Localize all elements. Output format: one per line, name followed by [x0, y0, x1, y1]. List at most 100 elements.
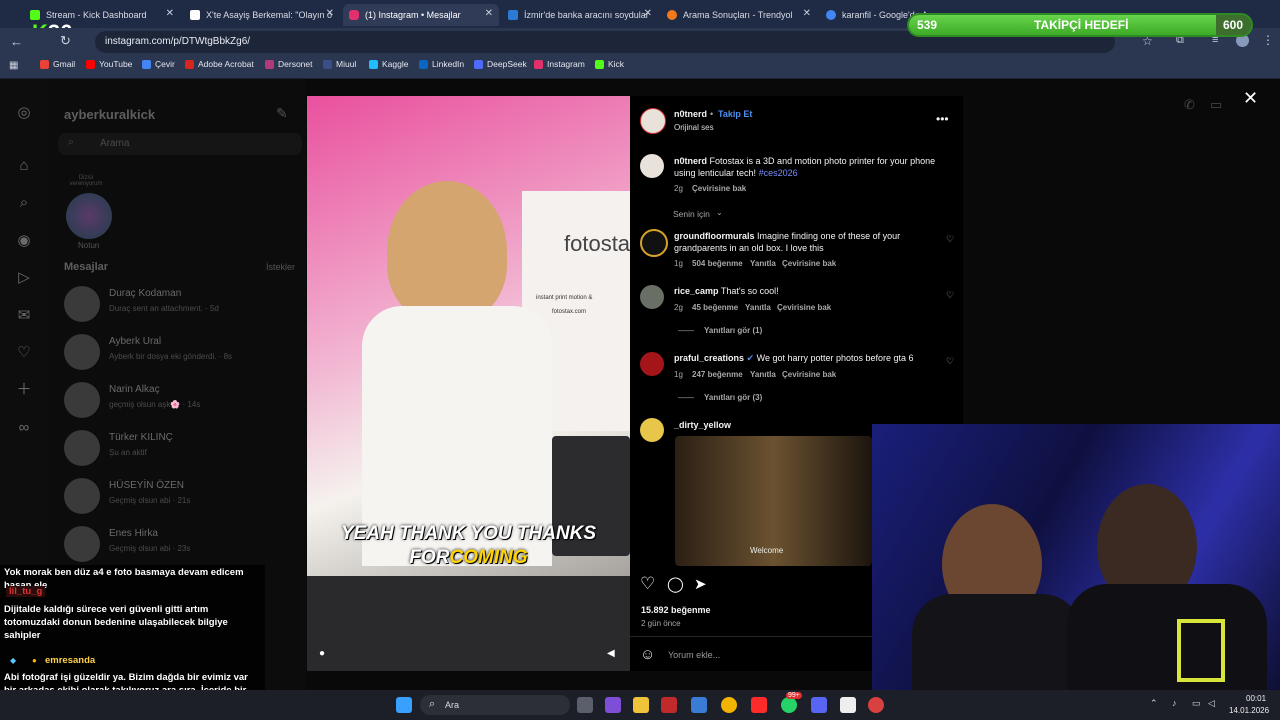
tagged-users-icon[interactable]: ● — [319, 648, 325, 659]
clock-date[interactable]: 14.01.2026 — [1229, 706, 1269, 715]
phone-icon[interactable]: ✆ — [1184, 97, 1195, 113]
bookmark-deepseek[interactable]: DeepSeek — [474, 59, 527, 69]
tab-x-post[interactable]: X'te Asayiş Berkemal: "Olayın o ✕ — [184, 4, 340, 26]
close-tab-icon[interactable]: ✕ — [803, 8, 811, 19]
comment-likes[interactable]: 45 beğenme — [692, 303, 738, 312]
hashtag-link[interactable]: #ces2026 — [759, 168, 798, 178]
comment-username[interactable]: _dirty_yellow — [674, 420, 731, 430]
bookmark-adobe-acrobat[interactable]: Adobe Acrobat — [185, 59, 254, 69]
create-icon[interactable]: ＋ — [15, 381, 33, 399]
conversation-item[interactable]: Duraç Kodaman Duraç sent an attachment. ·… — [64, 282, 304, 328]
chrome-icon[interactable] — [721, 697, 737, 713]
tab-news[interactable]: İzmir'de banka aracını soydular ✕ — [502, 4, 658, 26]
emoji-icon[interactable]: ☺ — [640, 646, 655, 663]
view-replies-link[interactable]: Yanıtları gör (3) — [704, 393, 762, 402]
account-username[interactable]: ayberkuralkick — [64, 107, 155, 122]
view-replies-link[interactable]: Yanıtları gör (1) — [704, 326, 762, 335]
tab-trendyol[interactable]: Arama Sonuçları - Trendyol ✕ — [661, 4, 817, 26]
reply-button[interactable]: Yanıtla — [750, 259, 776, 268]
close-modal-icon[interactable]: ✕ — [1243, 88, 1258, 109]
audio-label[interactable]: Orijinal ses — [674, 123, 714, 132]
search-input[interactable]: ⌕ Arama — [58, 133, 302, 155]
follow-button[interactable]: Takip Et — [718, 109, 752, 119]
comment-sort-dropdown[interactable]: Senin için — [673, 209, 710, 219]
taskbar-search[interactable]: ⌕ Ara — [420, 695, 570, 715]
translate-link[interactable]: Çevirisine bak — [782, 370, 836, 379]
bookmark-kick[interactable]: Kick — [595, 59, 624, 69]
meta-icon[interactable]: ∞ — [15, 419, 33, 437]
like-icon[interactable]: ♡ — [640, 574, 655, 594]
instagram-logo-icon[interactable]: ◎ — [15, 104, 33, 122]
requests-link[interactable]: İstekler — [266, 262, 295, 272]
home-icon[interactable]: ⌂ — [15, 157, 33, 175]
video-call-icon[interactable]: ▭ — [1210, 97, 1222, 113]
conversation-item[interactable]: Enes Hirka Geçmiş olsun abi · 23s — [64, 522, 304, 568]
microphone-icon[interactable]: ♪ — [1172, 698, 1177, 708]
app-icon[interactable] — [661, 697, 677, 713]
close-tab-icon[interactable]: ✕ — [644, 8, 652, 19]
reel-video[interactable]: fotostax instant print motion & fotostax… — [307, 96, 630, 671]
like-comment-icon[interactable]: ♡ — [946, 234, 954, 245]
mute-icon[interactable]: ◀︎ — [607, 648, 615, 659]
comment-input[interactable]: Yorum ekle... — [668, 650, 720, 660]
bookmark-linkedin[interactable]: LinkedIn — [419, 59, 464, 69]
explore-icon[interactable]: ◉ — [15, 232, 33, 250]
volume-icon[interactable]: ◁ — [1208, 698, 1215, 709]
close-tab-icon[interactable]: ✕ — [166, 8, 174, 19]
copilot-icon[interactable] — [605, 697, 621, 713]
new-message-icon[interactable]: ✎ — [276, 105, 288, 122]
author-avatar[interactable] — [640, 108, 666, 134]
store-icon[interactable] — [691, 697, 707, 713]
bookmark-translate[interactable]: Çevir — [142, 59, 175, 69]
network-icon[interactable]: ▭ — [1192, 698, 1201, 709]
bookmark-youtube[interactable]: YouTube — [86, 59, 132, 69]
start-icon[interactable] — [396, 697, 412, 713]
comment-likes[interactable]: 504 beğenme — [692, 259, 743, 268]
own-avatar[interactable] — [66, 193, 112, 239]
obs-icon[interactable] — [868, 697, 884, 713]
more-options-icon[interactable]: ••• — [936, 112, 949, 126]
reels-icon[interactable]: ▷ — [15, 269, 33, 287]
likes-count[interactable]: 15.892 beğenme — [641, 605, 711, 615]
task-view-icon[interactable] — [577, 697, 593, 713]
menu-dots-icon[interactable]: ⋮ — [1262, 33, 1274, 47]
bookmark-gmail[interactable]: Gmail — [40, 59, 75, 69]
translate-link[interactable]: Çevirisine bak — [782, 259, 836, 268]
close-tab-icon[interactable]: ✕ — [326, 8, 334, 19]
conversation-item[interactable]: HÜSEYİN ÖZEN Geçmiş olsun abi · 21s — [64, 474, 304, 520]
bookmark-dersonet[interactable]: Dersonet — [265, 59, 313, 69]
author-avatar[interactable] — [640, 154, 664, 178]
bookmark-instagram[interactable]: Instagram — [534, 59, 585, 69]
discord-icon[interactable] — [811, 697, 827, 713]
back-arrow-icon[interactable]: ← — [10, 34, 23, 49]
like-comment-icon[interactable]: ♡ — [946, 356, 954, 367]
comment-gif[interactable]: Welcome — [675, 436, 872, 566]
reload-icon[interactable]: ↻ — [60, 33, 71, 49]
translate-link[interactable]: Çevirisine bak — [777, 303, 831, 312]
bookmark-kaggle[interactable]: Kaggle — [369, 59, 408, 69]
translate-link[interactable]: Çevirisine bak — [692, 184, 746, 193]
like-comment-icon[interactable]: ♡ — [946, 290, 954, 301]
conversation-item[interactable]: Narin Alkaç geçmiş olsun aşk🌸 · 14s — [64, 378, 304, 424]
conversation-item[interactable]: Ayberk Ural Ayberk bir dosya eki gönderdi… — [64, 330, 304, 376]
reply-button[interactable]: Yanıtla — [745, 303, 771, 312]
commenter-avatar[interactable] — [640, 418, 664, 442]
share-icon[interactable]: ➤ — [694, 575, 707, 593]
file-explorer-icon[interactable] — [633, 697, 649, 713]
comment-likes[interactable]: 247 beğenme — [692, 370, 743, 379]
close-tab-icon[interactable]: ✕ — [485, 8, 493, 19]
clock-time[interactable]: 00:01 — [1246, 694, 1266, 703]
comment-icon[interactable]: ◯ — [667, 575, 684, 593]
search-icon[interactable]: ⌕ — [15, 194, 33, 212]
tab-instagram[interactable]: (1) Instagram • Mesajlar ✕ — [343, 4, 499, 26]
messages-icon[interactable]: ✉ — [15, 307, 33, 325]
notifications-icon[interactable]: ♡ — [15, 344, 33, 362]
bookmark-miuul[interactable]: Miuul — [323, 59, 356, 69]
youtube-icon[interactable] — [751, 697, 767, 713]
commenter-avatar[interactable] — [640, 229, 668, 257]
author-username[interactable]: n0tnerd — [674, 109, 707, 119]
conversation-item[interactable]: Türker KILINÇ Şu an aktif — [64, 426, 304, 472]
apps-grid-icon[interactable]: ▦ — [9, 60, 18, 71]
commenter-avatar[interactable] — [640, 352, 664, 376]
reply-button[interactable]: Yanıtla — [750, 370, 776, 379]
